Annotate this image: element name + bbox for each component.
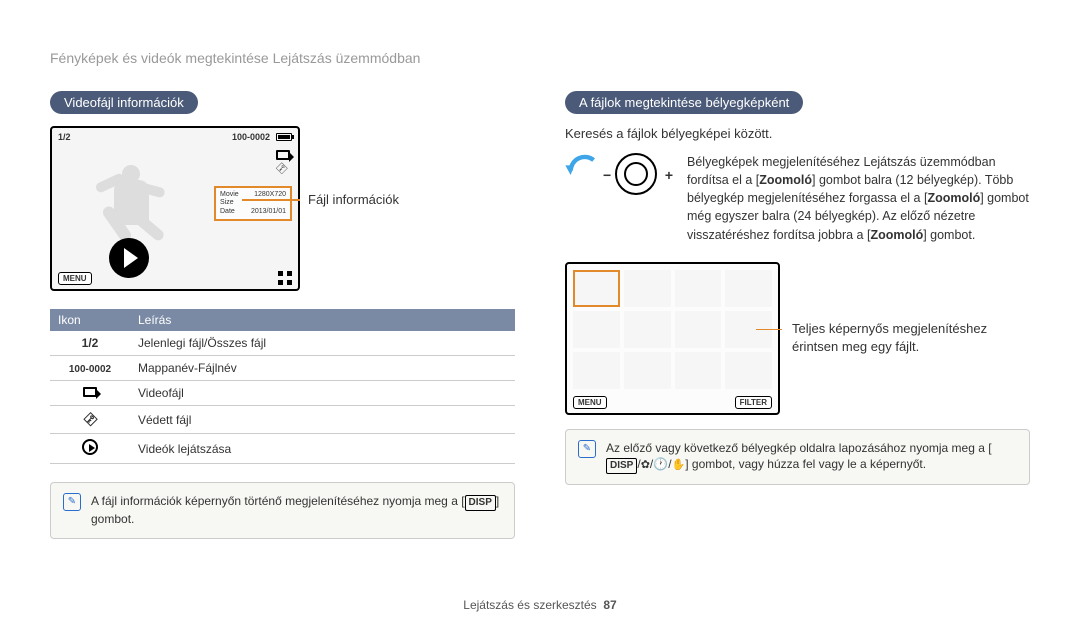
table-row: Videofájl	[50, 381, 515, 406]
camera-icon	[83, 387, 97, 397]
key-icon: ⚿	[80, 410, 100, 430]
callout-file-info: Fájl információk	[308, 192, 399, 207]
section-heading-right: A fájlok megtekintése bélyegképként	[565, 91, 803, 114]
thumbnail-screen-mockup: MENU FILTER	[565, 262, 780, 415]
note-text: gombot.	[91, 512, 134, 526]
desc-cell: Jelenlegi fájl/Összes fájl	[130, 331, 515, 356]
zoom-instructions: Bélyegképek megjelenítéséhez Lejátszás ü…	[687, 153, 1030, 244]
zoom-dial-icon: − +	[615, 153, 673, 195]
breadcrumb: Fényképek és videók megtekintése Lejátsz…	[50, 50, 1030, 66]
note-text: A fájl információk képernyőn történő meg…	[91, 494, 458, 508]
note-text: gombot, vagy húzza fel vagy le a képerny…	[692, 457, 926, 471]
menu-button: MENU	[573, 396, 607, 409]
page-footer: Lejátszás és szerkesztés 87	[0, 598, 1080, 612]
note-text: Az előző vagy következő bélyegkép oldalr…	[606, 441, 985, 455]
table-header-icon: Ikon	[50, 309, 130, 331]
table-row: Videók lejátszása	[50, 434, 515, 464]
desc-cell: Videofájl	[130, 381, 515, 406]
video-thumbnail	[67, 160, 197, 275]
subtitle: Keresés a fájlok bélyegképei között.	[565, 126, 1030, 141]
menu-button: MENU	[58, 272, 92, 285]
rotate-arrow-icon	[565, 153, 601, 183]
page-number: 87	[603, 598, 616, 612]
file-info-overlay: Movie Size 1280X720 Date 2013/01/01	[214, 186, 292, 221]
thumbnail-callout: Teljes képernyős megjelenítéshez érintse…	[792, 320, 987, 356]
info-note-icon: ✎	[63, 493, 81, 511]
icon-cell: 1/2	[82, 336, 99, 350]
thumbnail-grid-icon	[278, 271, 292, 285]
icon-description-table: Ikon Leírás 1/2 Jelenlegi fájl/Összes fá…	[50, 309, 515, 464]
icon-cell: 100-0002	[69, 364, 111, 375]
table-row: ⚿ Védett fájl	[50, 406, 515, 434]
timer-icon: 🕐	[653, 457, 668, 471]
key-icon: ⚿	[273, 160, 294, 181]
camera-icon	[276, 150, 290, 160]
battery-icon	[276, 133, 292, 141]
info-value: 2013/01/01	[251, 208, 286, 216]
file-counter: 1/2	[58, 132, 71, 142]
disp-button-label: DISP	[606, 458, 637, 474]
desc-cell: Védett fájl	[130, 406, 515, 434]
desc-cell: Mappanév-Fájlnév	[130, 356, 515, 381]
footer-section: Lejátszás és szerkesztés	[463, 598, 596, 612]
section-heading-left: Videofájl információk	[50, 91, 198, 114]
file-id: 100-0002	[232, 132, 270, 142]
info-note-icon: ✎	[578, 440, 596, 458]
table-header-desc: Leírás	[130, 309, 515, 331]
info-key: Date	[220, 208, 235, 216]
macro-icon: ✿	[641, 459, 650, 471]
note-box-right: ✎ Az előző vagy következő bélyegkép olda…	[565, 429, 1030, 486]
play-icon	[82, 439, 98, 455]
video-screen-mockup: 1/2 100-0002 ⚿	[50, 126, 300, 291]
right-column: A fájlok megtekintése bélyegképként Kere…	[565, 91, 1030, 539]
table-row: 1/2 Jelenlegi fájl/Összes fájl	[50, 331, 515, 356]
filter-button: FILTER	[735, 396, 772, 409]
disp-button-label: DISP	[465, 495, 496, 511]
hand-icon: ✋	[672, 459, 686, 471]
left-column: Videofájl információk 1/2 100-0002 ⚿	[50, 91, 515, 539]
note-box-left: ✎ A fájl információk képernyőn történő m…	[50, 482, 515, 539]
desc-cell: Videók lejátszása	[130, 434, 515, 464]
table-row: 100-0002 Mappanév-Fájlnév	[50, 356, 515, 381]
thumbnail-cell-selected	[573, 270, 620, 307]
